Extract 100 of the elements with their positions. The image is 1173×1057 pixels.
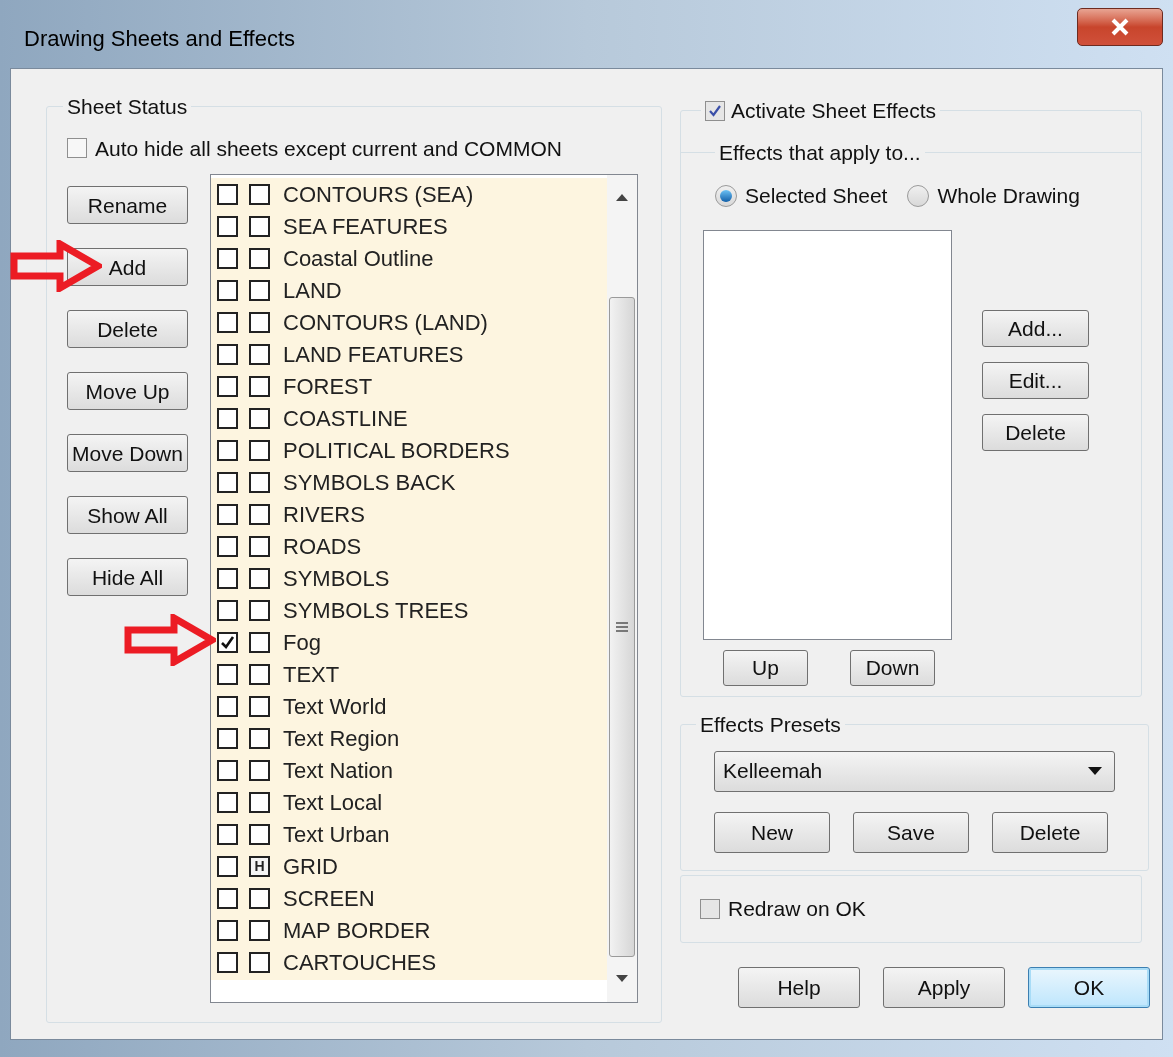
push-button[interactable]: OK: [1028, 967, 1150, 1008]
checkbox[interactable]: [249, 183, 270, 205]
sheet-row[interactable]: H GRID: [211, 850, 607, 882]
sheet-row[interactable]: Text Nation: [211, 754, 607, 786]
checkbox[interactable]: [700, 899, 720, 919]
checkbox[interactable]: [249, 919, 270, 941]
checkbox[interactable]: H: [249, 855, 270, 877]
checkbox[interactable]: [217, 439, 238, 461]
push-button[interactable]: New: [714, 811, 830, 853]
checkbox[interactable]: [249, 759, 270, 781]
sheet-row[interactable]: Text Region: [211, 722, 607, 754]
checkbox[interactable]: [217, 695, 238, 717]
push-button[interactable]: Add...: [982, 309, 1089, 347]
sheet-row[interactable]: Coastal Outline: [211, 242, 607, 274]
checkbox[interactable]: [217, 407, 238, 429]
sheet-row[interactable]: MAP BORDER: [211, 914, 607, 946]
scroll-thumb[interactable]: [609, 297, 635, 957]
checkbox[interactable]: [249, 311, 270, 333]
push-button[interactable]: Show All: [67, 496, 188, 534]
checkbox[interactable]: [249, 823, 270, 845]
radio-button[interactable]: [907, 184, 930, 207]
checkbox[interactable]: [249, 631, 270, 653]
push-button[interactable]: Delete: [67, 310, 188, 348]
checkbox[interactable]: [249, 791, 270, 813]
scrollbar[interactable]: [607, 175, 637, 1002]
sheet-row[interactable]: CARTOUCHES: [211, 946, 607, 978]
push-button[interactable]: Rename: [67, 186, 188, 224]
checkbox[interactable]: [217, 471, 238, 493]
checkbox[interactable]: [249, 695, 270, 717]
preset-dropdown[interactable]: Kelleemah: [714, 750, 1115, 792]
checkbox[interactable]: [249, 215, 270, 237]
close-button[interactable]: [1077, 8, 1163, 46]
checkbox[interactable]: [249, 663, 270, 685]
checkbox[interactable]: [705, 100, 725, 121]
sheet-row[interactable]: CONTOURS (SEA): [211, 178, 607, 210]
checkbox[interactable]: [249, 471, 270, 493]
checkbox[interactable]: [249, 247, 270, 269]
checkbox[interactable]: [217, 503, 238, 525]
sheet-row[interactable]: LAND FEATURES: [211, 338, 607, 370]
push-button[interactable]: Move Up: [67, 372, 188, 410]
push-button[interactable]: Move Down: [67, 434, 188, 472]
push-button[interactable]: Apply: [883, 967, 1005, 1008]
push-button[interactable]: Hide All: [67, 558, 188, 596]
checkbox[interactable]: [249, 375, 270, 397]
sheet-row[interactable]: RIVERS: [211, 498, 607, 530]
checkbox[interactable]: [249, 279, 270, 301]
checkbox[interactable]: [217, 887, 238, 909]
sheet-row[interactable]: SYMBOLS: [211, 562, 607, 594]
sheet-row[interactable]: Text World: [211, 690, 607, 722]
push-button[interactable]: Save: [853, 811, 969, 853]
checkbox[interactable]: [217, 663, 238, 685]
checkbox[interactable]: [249, 535, 270, 557]
checkbox[interactable]: [217, 247, 238, 269]
checkbox[interactable]: [217, 215, 238, 237]
checkbox[interactable]: [249, 439, 270, 461]
checkbox[interactable]: [249, 503, 270, 525]
sheet-row[interactable]: SCREEN: [211, 882, 607, 914]
checkbox[interactable]: [217, 727, 238, 749]
checkbox[interactable]: [249, 599, 270, 621]
sheet-row[interactable]: LAND: [211, 274, 607, 306]
checkbox[interactable]: [217, 567, 238, 589]
sheet-row[interactable]: SEA FEATURES: [211, 210, 607, 242]
checkbox[interactable]: [249, 951, 270, 973]
scroll-up-icon[interactable]: [616, 193, 628, 201]
sheet-row[interactable]: ROADS: [211, 530, 607, 562]
sheet-row[interactable]: Fog: [211, 626, 607, 658]
checkbox[interactable]: [217, 279, 238, 301]
push-button[interactable]: Edit...: [982, 361, 1089, 399]
sheet-row[interactable]: Text Local: [211, 786, 607, 818]
sheet-row[interactable]: TEXT: [211, 658, 607, 690]
scroll-down-icon[interactable]: [616, 975, 628, 983]
checkbox[interactable]: [249, 567, 270, 589]
sheet-row[interactable]: SYMBOLS TREES: [211, 594, 607, 626]
checkbox[interactable]: [217, 631, 238, 653]
sheet-row[interactable]: COASTLINE: [211, 402, 607, 434]
sheet-row[interactable]: POLITICAL BORDERS: [211, 434, 607, 466]
radio-button[interactable]: [715, 184, 737, 207]
checkbox[interactable]: [249, 407, 270, 429]
checkbox[interactable]: [217, 855, 238, 877]
checkbox[interactable]: [217, 311, 238, 333]
checkbox[interactable]: [249, 727, 270, 749]
checkbox[interactable]: [217, 823, 238, 845]
push-button[interactable]: Delete: [992, 811, 1108, 853]
push-button[interactable]: Help: [738, 967, 860, 1008]
push-button[interactable]: Up: [723, 649, 808, 686]
checkbox[interactable]: [217, 183, 238, 205]
checkbox[interactable]: [217, 375, 238, 397]
sheet-row[interactable]: SYMBOLS BACK: [211, 466, 607, 498]
checkbox[interactable]: [217, 919, 238, 941]
checkbox[interactable]: [217, 759, 238, 781]
push-button[interactable]: Down: [850, 649, 935, 686]
checkbox[interactable]: [217, 599, 238, 621]
push-button[interactable]: Delete: [982, 413, 1089, 451]
checkbox[interactable]: [217, 791, 238, 813]
sheet-row[interactable]: FOREST: [211, 370, 607, 402]
checkbox[interactable]: [249, 343, 270, 365]
sheet-row[interactable]: CONTOURS (LAND): [211, 306, 607, 338]
checkbox[interactable]: [249, 887, 270, 909]
checkbox[interactable]: [67, 138, 87, 159]
checkbox[interactable]: [217, 535, 238, 557]
